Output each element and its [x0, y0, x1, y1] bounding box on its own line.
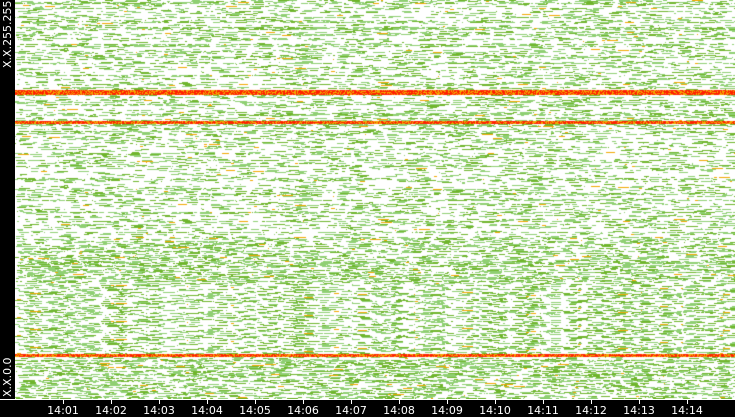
x-tick-label: 14:07: [335, 404, 367, 417]
y-tick-label-top: X.X.255.255: [1, 0, 14, 68]
x-tick-label: 14:09: [431, 404, 463, 417]
x-tick-label: 14:08: [383, 404, 415, 417]
x-tick-label: 14:04: [191, 404, 223, 417]
x-tick-label: 14:02: [95, 404, 127, 417]
x-axis: 14:01 14:02 14:03 14:04 14:05 14:06 14:07 14:08…: [0, 399, 735, 417]
x-tick-label: 14:01: [47, 404, 79, 417]
x-tick-label: 14:14: [671, 404, 703, 417]
heatmap-plot: [15, 0, 735, 399]
x-tick-label: 14:05: [239, 404, 271, 417]
y-axis: X.X.255.255 X.X.0.0: [0, 0, 15, 399]
y-tick-label-bottom: X.X.0.0: [1, 357, 14, 397]
x-tick-label: 14:11: [527, 404, 559, 417]
x-tick-label: 14:13: [623, 404, 655, 417]
x-tick-label: 14:03: [143, 404, 175, 417]
x-tick-label: 14:12: [575, 404, 607, 417]
x-tick-label: 14:10: [479, 404, 511, 417]
x-tick-label: 14:06: [287, 404, 319, 417]
